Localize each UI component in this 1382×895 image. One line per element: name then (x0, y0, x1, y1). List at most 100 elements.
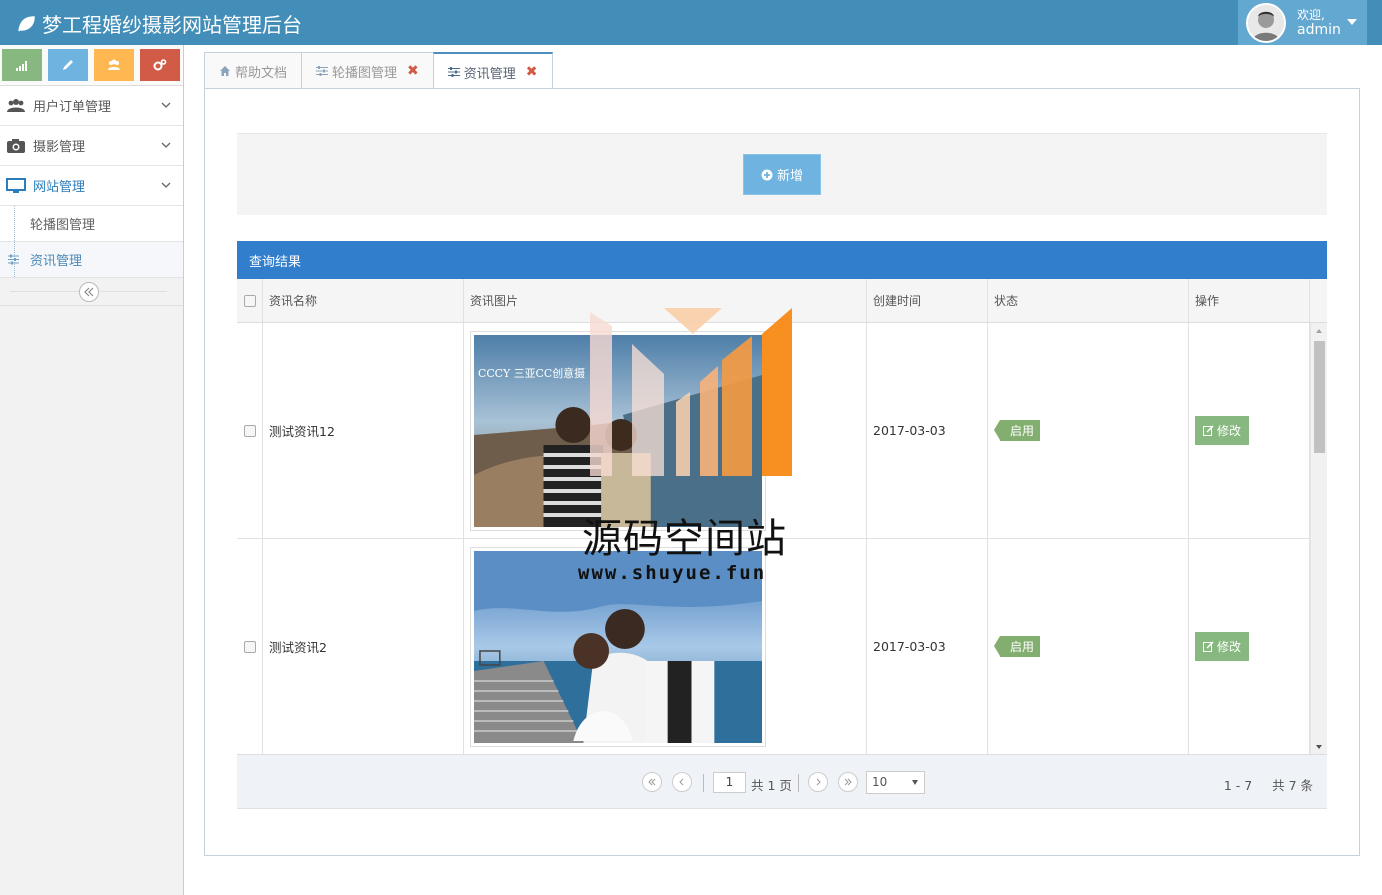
grid-body[interactable]: 测试资讯12 CCCY 三亚CC创意摄 2017-03-03 启用 修改 测试资… (237, 323, 1327, 755)
cogs-icon (153, 59, 167, 71)
leaf-icon (18, 15, 35, 32)
double-chevron-left-icon (648, 778, 656, 786)
row-checkbox[interactable] (243, 640, 256, 653)
chevron-down-icon (161, 182, 171, 188)
close-icon[interactable]: ✖ (407, 63, 419, 79)
table-row[interactable]: 测试资讯2 2017-03-03 启用 修改 (237, 539, 1327, 754)
column-header-status[interactable]: 状态 (988, 279, 1189, 322)
chevron-down-icon (161, 142, 171, 148)
column-header-created[interactable]: 创建时间 (867, 279, 988, 322)
chevron-left-icon (679, 778, 684, 786)
grid-caption: 查询结果 (237, 241, 1327, 279)
select-all-checkbox[interactable] (243, 294, 256, 307)
row-checkbox[interactable] (243, 424, 256, 437)
scroll-up-arrow[interactable] (1316, 329, 1322, 333)
pager: 1 共 1 页 10 1 - 7 共 7 条 (237, 755, 1327, 809)
news-image[interactable]: CCCY 三亚CC创意摄 (470, 330, 766, 531)
user-menu[interactable]: 欢迎, admin (1238, 0, 1367, 45)
tab-label: 资讯管理 (463, 66, 516, 82)
news-created: 2017-03-03 (867, 323, 988, 538)
double-chevron-right-icon (844, 778, 852, 786)
edit-icon (1203, 425, 1214, 436)
sidebar-shortcuts (0, 45, 183, 86)
news-name: 测试资讯12 (263, 323, 464, 538)
record-total: 共 7 条 (1272, 778, 1313, 793)
page-number-input[interactable]: 1 (713, 772, 746, 793)
plus-circle-icon (761, 169, 773, 180)
sidebar-item-label: 资讯管理 (30, 254, 83, 269)
column-header-name[interactable]: 资讯名称 (263, 279, 464, 322)
sidebar-item-label: 摄影管理 (33, 140, 86, 155)
navbar: 梦工程婚纱摄影网站管理后台 欢迎, admin (0, 0, 1382, 45)
users-icon (108, 59, 120, 70)
column-header-action[interactable]: 操作 (1189, 279, 1310, 322)
caret-down-icon[interactable] (1347, 19, 1357, 25)
camera-icon (6, 137, 26, 155)
sidebar-item-website[interactable]: 网站管理 (0, 166, 183, 206)
double-chevron-left-icon (84, 287, 94, 297)
sidebar: 用户订单管理 摄影管理 网站管理 轮播图管理 资讯管理 (0, 45, 184, 895)
edit-button-label: 修改 (1217, 640, 1242, 654)
tab-help[interactable]: 帮助文档 (204, 52, 303, 89)
edit-button[interactable]: 修改 (1195, 632, 1250, 661)
users-icon (6, 97, 26, 115)
sidebar-collapse-bar (0, 278, 183, 306)
sidebar-item-user-orders[interactable]: 用户订单管理 (0, 86, 183, 126)
record-range: 1 - 7 (1223, 778, 1253, 793)
sliders-icon (447, 67, 460, 77)
news-image[interactable] (470, 546, 766, 747)
shortcut-users-button[interactable] (94, 49, 134, 81)
app-title: 梦工程婚纱摄影网站管理后台 (42, 13, 302, 37)
user-name: admin (1297, 21, 1341, 38)
tab-news[interactable]: 资讯管理 ✖ (432, 52, 553, 90)
page-size-select[interactable]: 10 (866, 771, 925, 794)
scroll-down-arrow[interactable] (1316, 745, 1322, 749)
column-header-image[interactable]: 资讯图片 (464, 279, 867, 322)
edit-icon (1203, 641, 1214, 652)
desktop-icon (6, 177, 26, 195)
shortcut-signal-button[interactable] (2, 49, 42, 81)
add-button[interactable]: 新增 (743, 154, 821, 195)
tab-label: 轮播图管理 (332, 65, 398, 81)
sidebar-item-label: 轮播图管理 (30, 218, 96, 233)
grid-header: 资讯名称 资讯图片 创建时间 状态 操作 (237, 279, 1327, 323)
close-icon[interactable]: ✖ (526, 64, 538, 80)
record-info: 1 - 7 共 7 条 (1224, 775, 1313, 794)
sidebar-collapse-button[interactable] (79, 282, 99, 302)
table-row[interactable]: 测试资讯12 CCCY 三亚CC创意摄 2017-03-03 启用 修改 (237, 323, 1327, 539)
scroll-thumb[interactable] (1314, 341, 1325, 453)
next-page-button[interactable] (808, 772, 828, 792)
brand[interactable]: 梦工程婚纱摄影网站管理后台 (16, 9, 302, 38)
grid-scrollbar[interactable] (1310, 323, 1327, 754)
news-created: 2017-03-03 (867, 539, 988, 754)
first-page-button[interactable] (642, 772, 662, 792)
sidebar-item-news[interactable]: 资讯管理 (0, 242, 183, 278)
sidebar-item-photography[interactable]: 摄影管理 (0, 126, 183, 166)
toolbar: 新增 (237, 133, 1327, 215)
chevron-down-icon (161, 102, 171, 108)
shortcut-cogs-button[interactable] (140, 49, 180, 81)
sliders-icon (316, 66, 329, 76)
news-name: 测试资讯2 (263, 539, 464, 754)
welcome-text: 欢迎, (1297, 7, 1325, 22)
avatar (1246, 2, 1286, 43)
pencil-icon (63, 60, 73, 70)
prev-page-button[interactable] (672, 772, 692, 792)
tab-carousel[interactable]: 轮播图管理 ✖ (301, 52, 434, 89)
edit-button[interactable]: 修改 (1195, 416, 1250, 445)
status-badge: 启用 (993, 636, 1041, 657)
page-total: 共 1 页 (751, 778, 792, 793)
sidebar-item-label: 用户订单管理 (33, 100, 112, 115)
home-icon (220, 66, 230, 76)
chevron-right-icon (816, 778, 821, 786)
status-badge: 启用 (993, 420, 1041, 441)
sidebar-submenu: 轮播图管理 资讯管理 (0, 206, 183, 278)
photo-watermark-text: CCCY 三亚CC创意摄 (478, 365, 585, 379)
sidebar-item-carousel[interactable]: 轮播图管理 (0, 206, 183, 242)
last-page-button[interactable] (838, 772, 858, 792)
shortcut-pencil-button[interactable] (48, 49, 88, 81)
signal-icon (16, 61, 27, 71)
results-grid: 查询结果 资讯名称 资讯图片 创建时间 状态 操作 测试资讯12 CCCY 三亚… (237, 241, 1327, 809)
sidebar-item-label: 网站管理 (33, 180, 86, 195)
tab-label: 帮助文档 (235, 65, 288, 81)
